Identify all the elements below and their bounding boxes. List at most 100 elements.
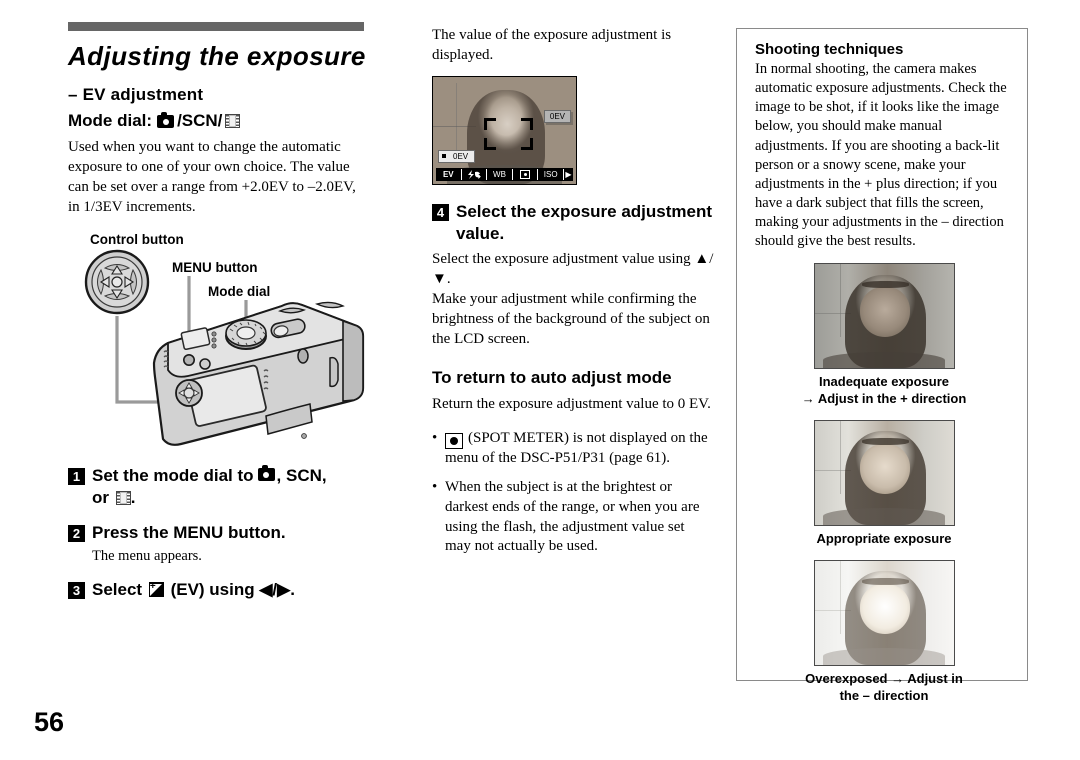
photo-wall-edge	[839, 421, 841, 494]
step-3: 3 Select (EV) using ◀/▶.	[68, 579, 368, 601]
lcd-menu-item-iso[interactable]: ISO	[538, 168, 564, 180]
page-number: 56	[34, 707, 65, 737]
step-1-text-d: .	[130, 488, 136, 507]
auto-adjust-body: Return the exposure adjustment value to …	[432, 395, 711, 412]
example-photo-inadequate	[813, 263, 955, 370]
note-item-2: • When the subject is at the brightest o…	[432, 478, 714, 558]
step-3-number: 3	[68, 582, 85, 600]
example-caption-overexposed: Overexposed → Adjust in the – direction	[755, 671, 1013, 705]
lcd-ev-value-bottom-group: 0EV	[438, 149, 476, 163]
note-2-text: When the subject is at the brightest or …	[445, 478, 700, 555]
section-subheading: – EV adjustment	[68, 85, 204, 105]
step-3-text-b: (EV) using ◀/▶.	[170, 580, 295, 600]
step-2: 2 Press the MENU button. The menu appear…	[68, 522, 368, 566]
camera-illustration	[84, 249, 365, 446]
spot-meter-icon-note	[445, 432, 463, 449]
example-caption-appropriate: Appropriate exposure	[755, 531, 1013, 548]
example-photo-appropriate	[813, 420, 955, 527]
photo-subject-sunglasses	[861, 437, 909, 445]
lcd-menu-item-flash-icon[interactable]	[462, 168, 488, 180]
step-4-body-line2: Make your adjustment while confirming th…	[432, 290, 710, 347]
left-column: Adjusting the exposure – EV adjustment M…	[68, 0, 368, 601]
auto-adjust-heading: To return to auto adjust mode	[432, 367, 672, 387]
camera-mode-icon	[157, 111, 175, 128]
focus-corner-bottom-left	[484, 137, 497, 150]
photo-subject-shoulders	[822, 648, 946, 665]
step-2-number: 2	[68, 525, 85, 543]
photo-subject-sunglasses	[861, 280, 909, 289]
photo-subject-sunglasses	[861, 577, 909, 585]
step-3-text: Select (EV) using ◀/▶.	[92, 579, 295, 601]
lcd-screenshot: 0EV 0EV EV WB ISO ▶	[432, 75, 577, 185]
bullet-dot-2: •	[432, 478, 438, 495]
example-caption-inadequate: Inadequate exposure → Adjust in the + di…	[755, 374, 1013, 408]
ev-icon	[148, 580, 164, 598]
photo-subject-face	[860, 443, 911, 494]
caption-line-2: → Adjust in the + direction	[801, 391, 967, 407]
mode-dial-line: Mode dial: /SCN/	[68, 111, 368, 131]
step-2-note: The menu appears.	[92, 548, 202, 565]
step-3-text-a: Select	[92, 580, 143, 600]
example-overexposed: Overexposed → Adjust in the – direction	[755, 559, 1013, 705]
lcd-lead-text: The value of the exposure adjustment is …	[432, 27, 672, 63]
caption-line-2: the – direction	[839, 687, 929, 703]
camera-diagram: Control button MENU button Mode dial	[68, 230, 368, 452]
step-1-text: Set the mode dial to , SCN, or .	[92, 464, 327, 509]
photo-subject-face	[860, 583, 911, 634]
title-rule	[68, 22, 364, 31]
lcd-ev-value-bottom: 0EV	[453, 151, 469, 161]
focus-corner-top-right	[521, 117, 534, 130]
example-appropriate: Appropriate exposure	[755, 420, 1013, 548]
shooting-techniques-box: Shooting techniques In normal shooting, …	[736, 28, 1028, 703]
focus-frame	[484, 117, 534, 150]
caption-line-1: Overexposed → Adjust in	[805, 670, 963, 686]
ev-marker-icon	[442, 154, 446, 159]
step-2-text: Press the MENU button. The menu appears.	[92, 522, 286, 566]
step-4: 4 Select the exposure adjustment value.	[432, 201, 714, 245]
intro-paragraph: Used when you want to change the automat…	[68, 139, 356, 215]
lcd-menu-item-ev[interactable]: EV	[436, 168, 462, 180]
step-1: 1 Set the mode dial to , SCN, or .	[68, 464, 368, 509]
shooting-techniques-inner: Shooting techniques In normal shooting, …	[737, 29, 1027, 705]
shooting-techniques-body: In normal shooting, the camera makes aut…	[755, 61, 1007, 250]
page-title: Adjusting the exposure	[68, 41, 366, 71]
example-inadequate: Inadequate exposure → Adjust in the + di…	[755, 263, 1013, 408]
bullet-dot-1: •	[432, 429, 438, 446]
step-1-text-a: Set the mode dial to	[92, 465, 254, 485]
lcd-menu-item-wb[interactable]: WB	[487, 168, 513, 180]
flash-icon	[467, 169, 481, 179]
photo-wall-edge	[839, 264, 841, 338]
lcd-ev-value-top: 0EV	[543, 110, 571, 124]
shooting-techniques-heading: Shooting techniques	[755, 41, 904, 58]
focus-corner-top-left	[484, 117, 497, 130]
mode-dial-label: Mode dial:	[68, 111, 153, 131]
notes-list: • (SPOT METER) is not displayed on the m…	[432, 429, 714, 558]
spot-meter-icon	[520, 169, 531, 179]
step-4-number: 4	[432, 203, 449, 221]
step-2-label: Press the MENU button.	[92, 523, 286, 543]
example-photo-overexposed	[813, 559, 955, 666]
note-item-1: • (SPOT METER) is not displayed on the m…	[432, 429, 714, 469]
camera-body-graphic	[152, 301, 365, 446]
photo-subject-shoulders	[822, 508, 946, 526]
step-1-number: 1	[68, 467, 85, 485]
photo-wall-edge	[839, 560, 841, 634]
lcd-wall-line-vertical	[455, 83, 457, 150]
step-4-body-line1: Select the exposure adjustment value usi…	[432, 251, 714, 287]
movie-mode-icon-step1	[115, 491, 131, 505]
control-button-graphic	[84, 249, 150, 315]
lcd-menu-item-spot-meter[interactable]	[513, 168, 539, 180]
step-4-heading: Select the exposure adjustment value.	[456, 201, 713, 243]
middle-column: The value of the exposure adjustment is …	[432, 0, 714, 557]
mode-dial-scn-text: /SCN/	[177, 111, 223, 131]
focus-corner-bottom-right	[521, 137, 534, 150]
caption-line-1: Inadequate exposure	[818, 374, 950, 390]
caption-line-1: Appropriate exposure	[816, 531, 952, 547]
step-1-text-c: or	[92, 488, 109, 507]
lcd-menu-bar[interactable]: EV WB ISO ▶	[436, 167, 573, 181]
note-1-text: (SPOT METER) is not displayed on the men…	[445, 429, 708, 466]
lcd-menu-next-arrow[interactable]: ▶	[564, 170, 573, 179]
movie-mode-icon	[225, 114, 241, 129]
photo-subject-shoulders	[822, 351, 946, 369]
camera-mode-icon-step1	[257, 464, 275, 481]
